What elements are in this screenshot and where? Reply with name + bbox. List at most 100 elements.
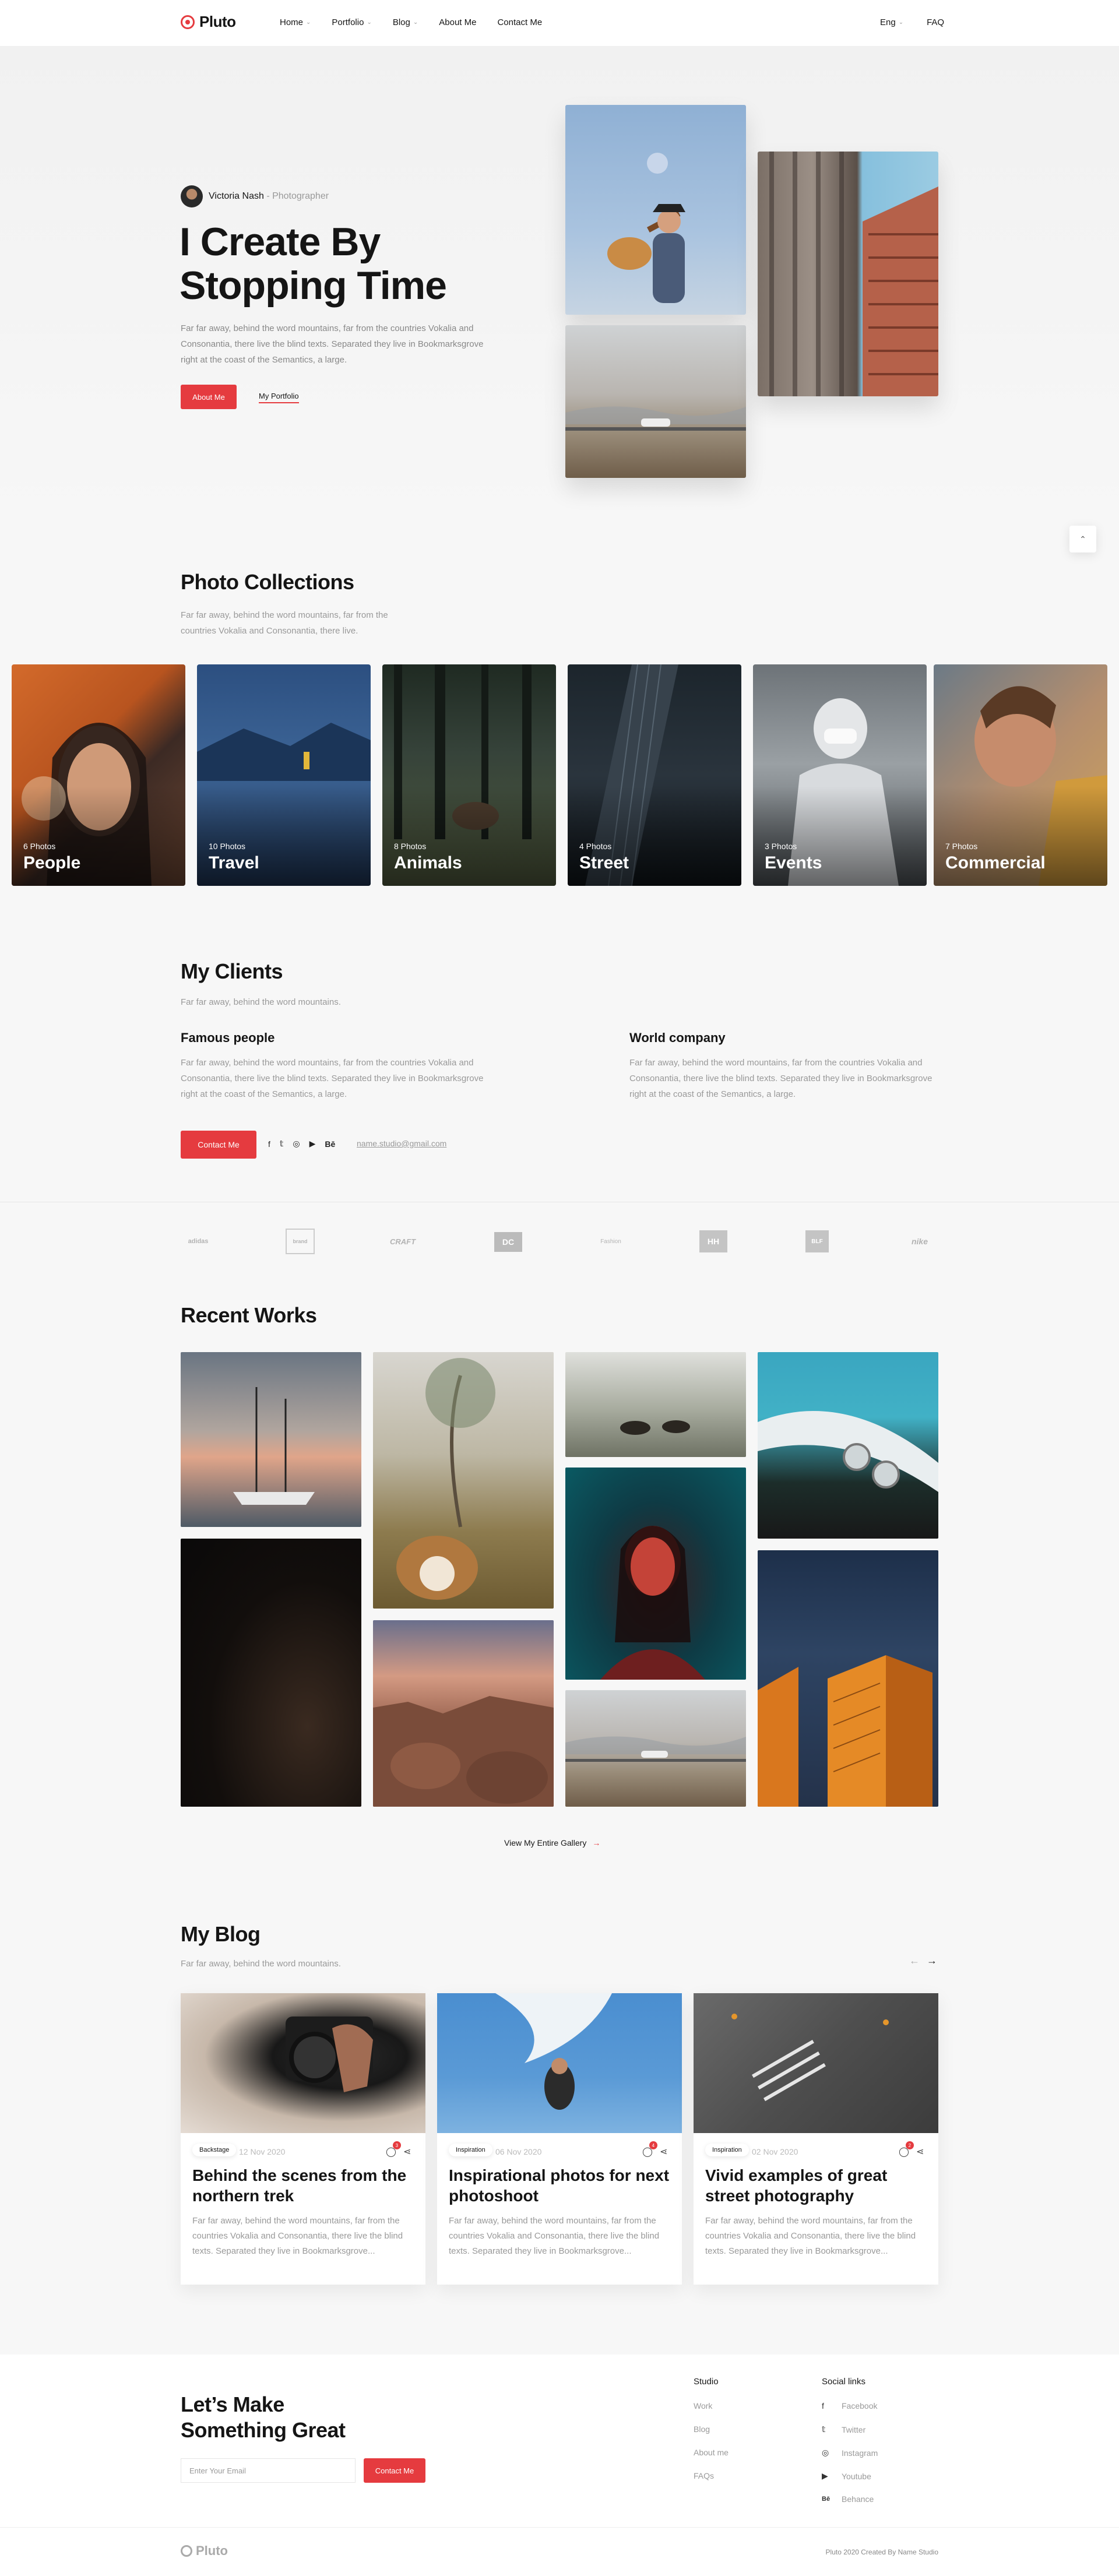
portrait-illustration bbox=[22, 723, 152, 886]
comment-icon[interactable]: ◯ 2 bbox=[899, 2141, 914, 2158]
collection-card-commercial[interactable]: 7 Photos Commercial bbox=[934, 664, 1107, 886]
main-nav: Home ⌄ Portfolio ⌄ Blog ⌄ About Me Contact … bbox=[280, 17, 542, 27]
footer-social-label: Youtube bbox=[842, 2471, 871, 2481]
nav-item-contact[interactable]: Contact Me bbox=[497, 17, 542, 27]
footer-social-label: Twitter bbox=[842, 2424, 866, 2434]
facebook-icon[interactable]: f bbox=[268, 1139, 270, 1149]
post-title[interactable]: Inspirational photos for next photoshoot bbox=[449, 2165, 670, 2206]
behance-icon[interactable]: Bē bbox=[325, 1139, 335, 1149]
collection-card-animals[interactable]: 8 Photos Animals bbox=[382, 664, 556, 886]
comment-icon[interactable]: ◯ 4 bbox=[642, 2141, 657, 2158]
collection-card-people[interactable]: 6 Photos People bbox=[12, 664, 185, 886]
view-gallery-link[interactable]: View My Entire Gallery → bbox=[504, 1838, 600, 1847]
post-excerpt: Far far away, behind the word mountains,… bbox=[705, 2216, 916, 2256]
nav-label: Portfolio bbox=[332, 17, 364, 27]
share-icon[interactable]: ⋖ bbox=[660, 2146, 667, 2158]
blog-card[interactable]: Inspiration 06 Nov 2020 ◯ 4 ⋖ Inspiration… bbox=[437, 1993, 682, 2285]
arrow-left-icon[interactable]: ← bbox=[909, 1955, 920, 1967]
collections-subtitle: Far far away, behind the word mountains,… bbox=[181, 610, 388, 636]
footer-social-behance[interactable]: Bē Behance bbox=[822, 2494, 874, 2504]
sailboat-illustration bbox=[233, 1387, 315, 1505]
work-photo-woman[interactable] bbox=[565, 1468, 746, 1680]
woman-portrait-illustration bbox=[600, 1526, 705, 1680]
comment-icon[interactable]: ◯ 3 bbox=[386, 2141, 401, 2158]
comment-count: 4 bbox=[649, 2141, 657, 2149]
post-title[interactable]: Vivid examples of great street photograp… bbox=[705, 2165, 927, 2206]
work-photo-horses[interactable] bbox=[565, 1352, 746, 1457]
twitter-icon: 𝕥 bbox=[822, 2424, 826, 2434]
share-icon[interactable]: ⋖ bbox=[403, 2146, 411, 2158]
collection-card-travel[interactable]: 10 Photos Travel bbox=[197, 664, 371, 886]
footer-email-input[interactable]: Enter Your Email bbox=[181, 2458, 356, 2483]
clients-col-text-famous: Far far away, behind the word mountains,… bbox=[181, 1058, 484, 1099]
chevron-up-icon: ⌃ bbox=[1079, 534, 1086, 544]
instagram-icon[interactable]: ◎ bbox=[293, 1139, 300, 1149]
couple-illustration bbox=[974, 686, 1107, 886]
camera-illustration bbox=[286, 2017, 373, 2092]
share-icon[interactable]: ⋖ bbox=[916, 2146, 924, 2158]
my-portfolio-link[interactable]: My Portfolio bbox=[259, 392, 299, 403]
scroll-to-top-button[interactable]: ⌃ bbox=[1069, 526, 1096, 552]
language-select[interactable]: Eng ⌄ bbox=[880, 17, 903, 27]
blog-image-camera bbox=[181, 1993, 425, 2133]
arrow-right-icon[interactable]: → bbox=[927, 1955, 937, 1967]
logo[interactable]: Pluto bbox=[181, 13, 236, 31]
nav-label: Home bbox=[280, 17, 304, 27]
twitter-icon[interactable]: 𝕥 bbox=[280, 1139, 284, 1149]
work-photo-dog[interactable] bbox=[373, 1352, 554, 1609]
work-photo-road[interactable] bbox=[565, 1690, 746, 1807]
work-photo-car[interactable] bbox=[758, 1352, 938, 1539]
comment-count: 2 bbox=[905, 2141, 914, 2149]
post-tag[interactable]: Inspiration bbox=[449, 2144, 492, 2156]
footer-social-title: Social links bbox=[822, 2377, 866, 2387]
hero-lead: Far far away, behind the word mountains,… bbox=[181, 323, 484, 365]
nav-item-blog[interactable]: Blog ⌄ bbox=[393, 17, 418, 27]
faq-link[interactable]: FAQ bbox=[927, 17, 944, 27]
street-illustration bbox=[731, 2014, 889, 2102]
footer-contact-button[interactable]: Contact Me bbox=[364, 2458, 425, 2483]
footer-logo[interactable]: Pluto bbox=[181, 2543, 228, 2559]
work-photo-sailboat[interactable] bbox=[181, 1352, 361, 1527]
post-excerpt: Far far away, behind the word mountains,… bbox=[192, 2216, 403, 2256]
blog-subtitle: Far far away, behind the word mountains. bbox=[181, 1959, 341, 1969]
collection-card-street[interactable]: 4 Photos Street bbox=[568, 664, 741, 886]
dog-illustration bbox=[396, 1358, 495, 1600]
view-gallery-label: View My Entire Gallery bbox=[504, 1838, 587, 1847]
facebook-icon: f bbox=[822, 2401, 824, 2410]
car-on-road-illustration bbox=[565, 1736, 746, 1762]
work-photo-containers[interactable] bbox=[758, 1550, 938, 1807]
post-tag[interactable]: Backstage bbox=[192, 2144, 237, 2156]
post-title[interactable]: Behind the scenes from the northern trek bbox=[192, 2165, 414, 2206]
youtube-icon[interactable]: ▶ bbox=[309, 1139, 316, 1149]
brand-logo: brand bbox=[286, 1229, 315, 1254]
chevron-down-icon: ⌄ bbox=[367, 19, 372, 26]
contact-me-button[interactable]: Contact Me bbox=[181, 1131, 256, 1159]
footer-link-about[interactable]: About me bbox=[694, 2448, 729, 2457]
hero-photo-road bbox=[565, 325, 746, 478]
collection-name: People bbox=[23, 853, 81, 872]
blog-title: My Blog bbox=[181, 1922, 261, 1946]
post-date: 02 Nov 2020 bbox=[752, 2147, 798, 2156]
nav-item-home[interactable]: Home ⌄ bbox=[280, 17, 311, 27]
footer-link-blog[interactable]: Blog bbox=[694, 2424, 710, 2434]
email-link[interactable]: name.studio@gmail.com bbox=[357, 1139, 446, 1148]
blog-card[interactable]: Backstage 12 Nov 2020 ◯ 3 ⋖ Behind the sc… bbox=[181, 1993, 425, 2285]
collection-name: Street bbox=[579, 853, 629, 872]
collection-card-events[interactable]: 3 Photos Events bbox=[753, 664, 927, 886]
post-tag[interactable]: Inspiration bbox=[705, 2144, 749, 2156]
footer-social-facebook[interactable]: f Facebook bbox=[822, 2401, 877, 2410]
clients-subtitle: Far far away, behind the word mountains. bbox=[181, 997, 341, 1007]
footer-social-twitter[interactable]: 𝕥 Twitter bbox=[822, 2424, 865, 2434]
footer-link-work[interactable]: Work bbox=[694, 2401, 712, 2410]
footer-social-instagram[interactable]: ◎ Instagram bbox=[822, 2448, 878, 2458]
nav-item-about[interactable]: About Me bbox=[439, 17, 476, 27]
footer-social-youtube[interactable]: ▶ Youtube bbox=[822, 2471, 871, 2481]
hero-photo-building bbox=[758, 152, 938, 396]
nav-item-portfolio[interactable]: Portfolio ⌄ bbox=[332, 17, 371, 27]
work-photo-shadow[interactable] bbox=[181, 1539, 361, 1807]
work-photo-rocks[interactable] bbox=[373, 1620, 554, 1807]
about-me-button[interactable]: About Me bbox=[181, 385, 237, 409]
footer-link-faqs[interactable]: FAQs bbox=[694, 2471, 714, 2480]
blog-card[interactable]: Inspiration 02 Nov 2020 ◯ 2 ⋖ Vivid examp… bbox=[694, 1993, 938, 2285]
footer-social-label: Behance bbox=[842, 2494, 874, 2504]
